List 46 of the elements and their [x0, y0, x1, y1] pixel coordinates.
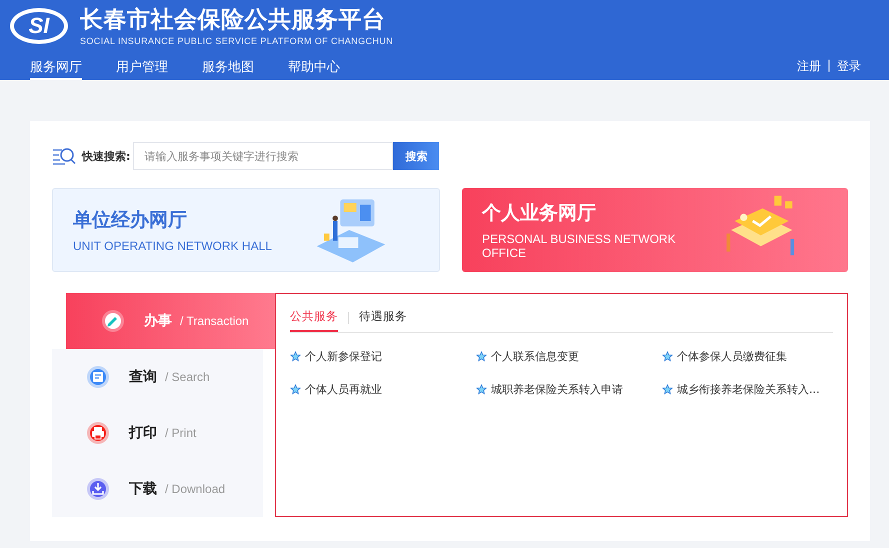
separator: |	[826, 58, 831, 74]
hall-title: 个人业务网厅	[482, 201, 597, 226]
nav-tab[interactable]: 帮助中心	[288, 58, 340, 80]
service-tab[interactable]: 待遇服务	[359, 304, 407, 332]
service-link[interactable]: 个人新参保登记	[305, 349, 382, 364]
hall-card[interactable]: 单位经办网厅 UNIT OPERATING NETWORK HALL	[52, 188, 440, 272]
hall-subtitle: PERSONAL BUSINESS NETWORK OFFICE	[482, 232, 677, 260]
star-icon	[476, 384, 487, 395]
service-link[interactable]: 城职养老保险关系转入申请	[491, 382, 623, 397]
menu-item[interactable]: 办事 / Transaction	[66, 293, 276, 349]
site-title: 长春市社会保险公共服务平台	[80, 6, 386, 34]
menu-english: / Download	[165, 482, 226, 496]
star-icon	[662, 351, 673, 362]
nav-tab[interactable]: 服务网厅	[30, 58, 82, 80]
hall-subtitle: UNIT OPERATING NETWORK HALL	[73, 239, 272, 253]
service-link[interactable]: 个体参保人员缴费征集	[677, 349, 787, 364]
menu-label: 办事	[144, 312, 172, 330]
star-icon	[290, 351, 301, 362]
hall-title: 单位经办网厅	[73, 208, 188, 233]
nav-tab[interactable]: 用户管理	[116, 58, 168, 80]
search-label: 快速搜索:	[82, 148, 130, 164]
site-subtitle: SOCIAL INSURANCE PUBLIC SERVICE PLATFORM OF CHANGCHUN	[80, 36, 394, 46]
menu-label: 打印	[129, 424, 157, 442]
service-link[interactable]: 个体人员再就业	[305, 382, 382, 397]
search-icon	[52, 147, 76, 165]
menu-label: 下载	[129, 480, 157, 498]
service-link[interactable]: 个人联系信息变更	[491, 349, 579, 364]
menu-label: 查询	[129, 368, 157, 386]
menu-english: / Search	[165, 370, 210, 384]
logo: SI	[10, 8, 68, 44]
nav-tab[interactable]: 服务地图	[202, 58, 254, 80]
search-button[interactable]: 搜索	[393, 142, 440, 170]
hall-card[interactable]: 个人业务网厅 PERSONAL BUSINESS NETWORK OFFICE	[462, 188, 848, 272]
menu-english: / Print	[165, 426, 196, 440]
menu-item[interactable]: 查询 / Search	[52, 349, 263, 405]
menu-item[interactable]: 下载 / Download	[52, 461, 263, 517]
star-icon	[290, 384, 301, 395]
service-link[interactable]: 城乡衔接养老保险关系转入...	[677, 382, 820, 397]
star-icon	[476, 351, 487, 362]
menu-english: / Transaction	[180, 314, 249, 328]
service-tab[interactable]: 公共服务	[290, 304, 338, 332]
account-link[interactable]: 登录	[837, 58, 861, 80]
menu-item[interactable]: 打印 / Print	[52, 405, 263, 461]
search-field[interactable]: 请输入服务事项关键字进行搜索	[133, 142, 394, 170]
star-icon	[662, 384, 673, 395]
account-link[interactable]: 注册	[796, 58, 821, 80]
